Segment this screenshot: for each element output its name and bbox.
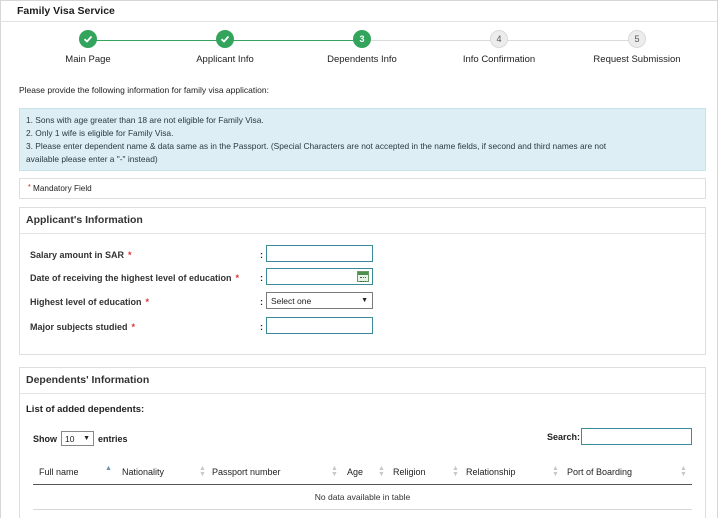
required-asterisk: * [235,273,240,283]
panel-title: Dependents' Information [20,368,705,394]
page-header: Family Visa Service [0,0,718,22]
salary-input[interactable] [266,245,373,262]
panel-title: Applicant's Information [20,208,705,234]
step-applicant-info[interactable]: Applicant Info [165,30,285,65]
field-colon: : [260,250,263,260]
field-label: Salary amount in SAR [30,250,125,260]
column-nationality[interactable]: Nationality [122,467,164,477]
dependents-info-panel: Dependents' Information List of added de… [19,367,706,518]
column-religion[interactable]: Religion [393,467,426,477]
field-colon: : [260,273,263,283]
sort-icon[interactable]: ▲ ▼ [680,465,687,478]
progress-stepper: Main Page Applicant Info 3 Dependents In… [0,30,720,70]
applicant-info-panel: Applicant's Information Salary amount in… [19,207,706,355]
page-length-select[interactable]: 10 ▼ [61,431,94,446]
sort-icon[interactable]: ▲ ▼ [552,465,559,478]
sort-icon[interactable]: ▲ ▼ [199,465,206,478]
eligibility-notes: 1. Sons with age greater than 18 are not… [19,108,706,171]
note-line: 1. Sons with age greater than 18 are not… [26,115,264,125]
dependents-list-label: List of added dependents: [26,404,145,415]
column-age[interactable]: Age [347,467,363,477]
salary-label: Salary amount in SAR * [30,250,132,260]
step-label: Main Page [65,54,111,65]
sort-icon[interactable]: ▲ ▼ [452,465,459,478]
sort-icon[interactable]: ▲ ▼ [331,465,338,478]
checkmark-icon [216,30,234,48]
table-header: Full name ▲ Nationality ▲ ▼ Passport numb… [33,459,692,485]
major-subjects-label: Major subjects studied * [30,322,135,332]
required-asterisk: * [128,250,132,260]
required-asterisk: * [131,322,136,332]
entries-label: entries [98,433,128,444]
step-label: Dependents Info [327,54,397,65]
note-line: available please enter a "-" instead) [26,154,158,164]
required-asterisk: * [28,184,31,191]
intro-text: Please provide the following information… [19,85,269,95]
step-label: Info Confirmation [462,54,536,65]
field-colon: : [260,322,263,332]
step-main-page[interactable]: Main Page [28,30,148,65]
checkmark-icon [79,30,97,48]
step-info-confirmation[interactable]: 4 Info Confirmation [439,30,559,65]
show-label: Show [33,433,57,444]
education-date-label: Date of receiving the highest level of e… [30,273,239,283]
mandatory-label: Mandatory Field [33,184,92,193]
step-number: 5 [628,30,646,48]
field-colon: : [260,297,263,307]
step-label: Applicant Info [196,54,254,65]
page-length-control: Show 10 ▼ entries [33,431,128,446]
sort-asc-icon[interactable]: ▲ [105,465,112,472]
education-level-label: Highest level of education * [30,297,149,307]
step-request-submission[interactable]: 5 Request Submission [577,30,697,65]
field-label: Highest level of education [30,297,142,307]
step-number: 4 [490,30,508,48]
page-title: Family Visa Service [17,5,115,17]
calendar-icon[interactable] [357,271,369,282]
select-value: Select one [271,295,312,306]
mandatory-field-note: * Mandatory Field [19,178,706,199]
step-number: 3 [353,30,371,48]
column-passport-number[interactable]: Passport number [212,467,281,477]
column-relationship[interactable]: Relationship [466,467,516,477]
table-search: Search: [547,428,693,445]
sort-icon[interactable]: ▲ ▼ [378,465,385,478]
column-full-name[interactable]: Full name [39,467,79,477]
education-date-input[interactable] [266,268,373,285]
note-line: 2. Only 1 wife is eligible for Family Vi… [26,128,174,138]
step-label: Request Submission [593,54,681,65]
dropdown-arrow-icon: ▼ [83,435,90,442]
required-asterisk: * [145,297,150,307]
search-input[interactable] [581,428,693,445]
field-label: Major subjects studied [30,322,128,332]
empty-table-row: No data available in table [33,486,692,510]
note-line: 3. Please enter dependent name & data sa… [26,141,607,151]
step-dependents-info[interactable]: 3 Dependents Info [302,30,422,65]
column-port-of-boarding[interactable]: Port of Boarding [567,467,632,477]
search-label: Search: [547,431,581,442]
page-length-value: 10 [65,433,75,444]
education-level-select[interactable]: Select one ▼ [266,292,373,309]
dropdown-arrow-icon: ▼ [361,297,368,304]
major-subjects-input[interactable] [266,317,373,334]
field-label: Date of receiving the highest level of e… [30,273,232,283]
